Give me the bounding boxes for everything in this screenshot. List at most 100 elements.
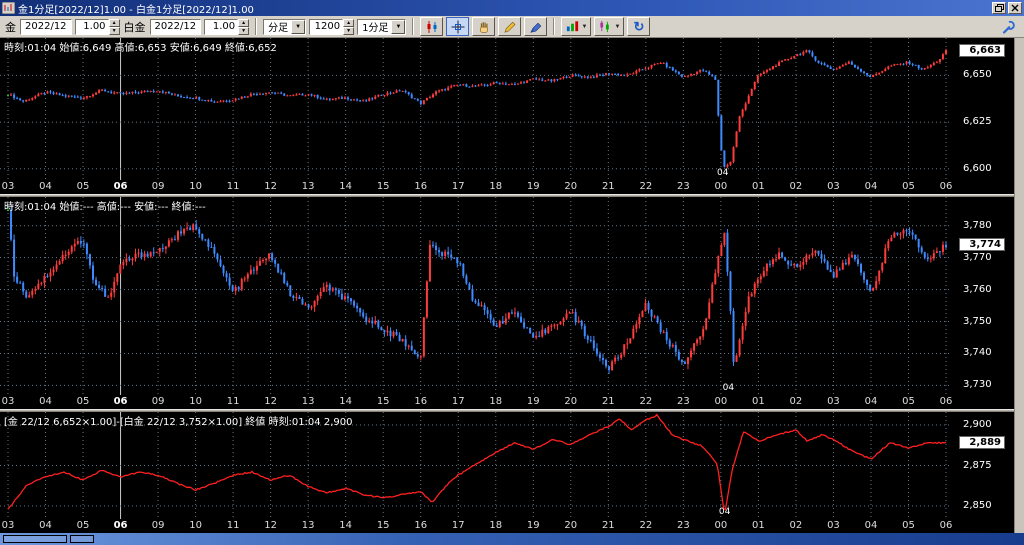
grid-lines xyxy=(0,197,952,395)
indicator-dropdown-button[interactable]: ▼ xyxy=(594,17,624,36)
last-price-badge: 6,663 xyxy=(959,44,1005,57)
x-tick-label: 19 xyxy=(523,396,543,407)
y-tick-label: 3,750 xyxy=(963,316,992,327)
platinum-contract-field[interactable]: 2022/12 xyxy=(150,19,202,35)
x-tick-label: 03 xyxy=(0,520,18,531)
x-tick-label: 04 xyxy=(861,396,881,407)
platinum-multiplier-up-button[interactable]: ▲ xyxy=(238,19,249,27)
x-tick-label: 18 xyxy=(486,396,506,407)
x-tick-label: 20 xyxy=(561,520,581,531)
chart-type-dropdown-button[interactable]: ▼ xyxy=(561,17,591,36)
x-tick-label: 06 xyxy=(111,396,131,407)
x-tick-label: 16 xyxy=(411,396,431,407)
x-tick-label: 23 xyxy=(673,181,693,192)
x-tick-label: 00 xyxy=(711,181,731,192)
bar-type-dropdown[interactable]: 分足 ▼ xyxy=(263,19,306,35)
x-tick-label: 05 xyxy=(898,181,918,192)
y-tick-label: 3,760 xyxy=(963,284,992,295)
x-tick-label: 22 xyxy=(636,520,656,531)
gold-multiplier-up-button[interactable]: ▲ xyxy=(109,19,120,27)
x-tick-label: 11 xyxy=(223,520,243,531)
close-button[interactable] xyxy=(1008,2,1022,14)
platinum-multiplier-spinner[interactable]: 1.00 ▲ ▼ xyxy=(204,19,249,35)
x-tick-label: 10 xyxy=(186,181,206,192)
gold-info-line: 時刻:01:04 始値:6,649 高値:6,653 安値:6,649 終値:6… xyxy=(4,39,277,54)
x-tick-label: 14 xyxy=(336,181,356,192)
x-tick-label: 04 xyxy=(861,520,881,531)
x-tick-label: 21 xyxy=(598,181,618,192)
x-tick-label: 10 xyxy=(186,520,206,531)
interval-dropdown-arrow[interactable]: ▼ xyxy=(391,20,405,34)
x-tick-label: 20 xyxy=(561,396,581,407)
x-tick-label: 05 xyxy=(898,520,918,531)
x-tick-label: 21 xyxy=(598,396,618,407)
pan-hand-tool-button[interactable] xyxy=(472,17,495,36)
y-tick-label: 3,730 xyxy=(963,379,992,390)
spread-line-chart[interactable]: 04 xyxy=(0,412,958,519)
pencil-tool-button[interactable] xyxy=(498,17,521,36)
bar-type-dropdown-arrow[interactable]: ▼ xyxy=(291,20,305,34)
x-tick-label: 06 xyxy=(111,520,131,531)
x-tick-label: 12 xyxy=(261,396,281,407)
restore-button[interactable] xyxy=(992,2,1006,14)
candles-series xyxy=(7,49,947,168)
gold-multiplier-down-button[interactable]: ▼ xyxy=(109,27,120,35)
gold-x-axis: 0304050609101112131415161718192021222300… xyxy=(0,180,1024,194)
x-tick-label: 03 xyxy=(0,396,18,407)
title-bar: 金1分足[2022/12]1.00 - 白金1分足[2022/12]1.00 xyxy=(0,0,1024,16)
x-tick-label: 09 xyxy=(148,181,168,192)
platinum-contract-value: 2022/12 xyxy=(155,21,197,32)
settings-wrench-button[interactable] xyxy=(997,17,1020,36)
refresh-icon: ↻ xyxy=(634,20,645,33)
pen-tool-button[interactable] xyxy=(524,17,547,36)
gold-multiplier-spinner[interactable]: 1.00 ▲ ▼ xyxy=(75,19,120,35)
x-tick-label: 13 xyxy=(298,396,318,407)
x-tick-label: 17 xyxy=(448,520,468,531)
y-tick-label: 6,625 xyxy=(963,116,992,127)
last-price-badge: 3,774 xyxy=(959,238,1005,251)
x-tick-label: 21 xyxy=(598,520,618,531)
status-cell-1 xyxy=(3,535,67,543)
x-tick-label: 11 xyxy=(223,181,243,192)
toolbar-separator xyxy=(255,18,257,35)
interval-value: 1分足 xyxy=(362,19,388,34)
y-tick-label: 2,875 xyxy=(963,460,992,471)
x-tick-label: 05 xyxy=(73,396,93,407)
x-tick-label: 15 xyxy=(373,520,393,531)
chart-area: 04 時刻:01:04 始値:6,649 高値:6,653 安値:6,649 終… xyxy=(0,38,1024,533)
platinum-multiplier-value: 1.00 xyxy=(204,19,238,35)
y-tick-label: 3,770 xyxy=(963,252,992,263)
platinum-candlestick-chart[interactable]: 04 xyxy=(0,197,958,395)
candlestick-tool-button[interactable] xyxy=(420,17,443,36)
x-tick-label: 22 xyxy=(636,181,656,192)
session-marker-label: 04 xyxy=(719,507,731,517)
gold-candlestick-chart[interactable]: 04 xyxy=(0,38,958,180)
spread-y-axis: 2,9002,8752,8502,889 xyxy=(958,412,1014,519)
x-tick-label: 12 xyxy=(261,181,281,192)
x-tick-label: 05 xyxy=(73,520,93,531)
refresh-button[interactable]: ↻ xyxy=(627,17,650,36)
crosshair-tool-button[interactable] xyxy=(446,17,469,36)
x-tick-label: 02 xyxy=(786,520,806,531)
bar-type-value: 分足 xyxy=(268,19,288,34)
x-tick-label: 20 xyxy=(561,181,581,192)
interval-dropdown[interactable]: 1分足 ▼ xyxy=(357,19,406,35)
right-scrollbar[interactable] xyxy=(1014,38,1024,533)
x-tick-label: 00 xyxy=(711,520,731,531)
x-tick-label: 02 xyxy=(786,181,806,192)
bar-count-spinner[interactable]: 1200 ▲ ▼ xyxy=(309,19,354,35)
platinum-multiplier-down-button[interactable]: ▼ xyxy=(238,27,249,35)
spread-x-axis: 0304050609101112131415161718192021222300… xyxy=(0,519,1024,533)
status-cell-2 xyxy=(70,535,94,543)
y-tick-label: 6,600 xyxy=(963,163,992,174)
bar-count-value: 1200 xyxy=(309,19,343,35)
toolbar: 金 2022/12 1.00 ▲ ▼ 白金 2022/12 1.00 ▲ ▼ 分… xyxy=(0,16,1024,38)
y-tick-label: 2,850 xyxy=(963,500,992,511)
bar-count-up-button[interactable]: ▲ xyxy=(343,19,354,27)
x-tick-label: 05 xyxy=(73,181,93,192)
y-tick-label: 3,780 xyxy=(963,220,992,231)
gold-contract-field[interactable]: 2022/12 xyxy=(20,19,72,35)
session-marker-label: 04 xyxy=(723,383,735,393)
bar-count-down-button[interactable]: ▼ xyxy=(343,27,354,35)
x-tick-label: 13 xyxy=(298,181,318,192)
